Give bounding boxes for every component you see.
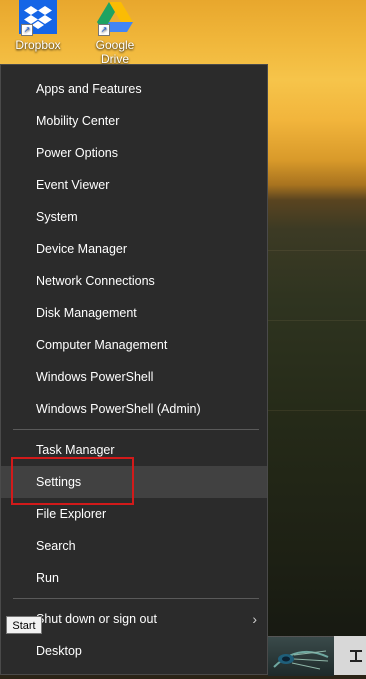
dropbox-icon: ↗ [19, 0, 57, 36]
menu-item-windows-powershell-admin[interactable]: Windows PowerShell (Admin) [1, 393, 267, 425]
winx-menu: Apps and Features Mobility Center Power … [0, 64, 268, 675]
desktop-icon-google-drive[interactable]: ↗ Google Drive [80, 0, 150, 66]
menu-separator [13, 598, 259, 599]
wallpaper-field-texture [268, 410, 366, 411]
wallpaper-field-texture [268, 320, 366, 321]
menu-item-network-connections[interactable]: Network Connections [1, 265, 267, 297]
menu-item-label: Shut down or sign out [36, 612, 157, 626]
menu-separator [13, 429, 259, 430]
peacock-feather-icon [273, 650, 329, 670]
taskbar-task-view-button[interactable] [334, 636, 366, 675]
menu-item-device-manager[interactable]: Device Manager [1, 233, 267, 265]
menu-item-run[interactable]: Run [1, 562, 267, 594]
menu-item-computer-management[interactable]: Computer Management [1, 329, 267, 361]
menu-item-search[interactable]: Search [1, 530, 267, 562]
shortcut-arrow-icon: ↗ [98, 24, 110, 36]
task-view-icon [350, 650, 362, 662]
chevron-right-icon: › [252, 611, 257, 627]
menu-item-desktop[interactable]: Desktop [1, 635, 267, 667]
menu-item-disk-management[interactable]: Disk Management [1, 297, 267, 329]
desktop-icon-dropbox[interactable]: ↗ Dropbox [8, 0, 68, 52]
menu-item-windows-powershell[interactable]: Windows PowerShell [1, 361, 267, 393]
start-tooltip: Start [6, 616, 42, 634]
menu-item-system[interactable]: System [1, 201, 267, 233]
shortcut-arrow-icon: ↗ [21, 24, 33, 36]
desktop-icon-label: Dropbox [15, 38, 61, 52]
menu-item-mobility-center[interactable]: Mobility Center [1, 105, 267, 137]
google-drive-icon: ↗ [96, 0, 134, 36]
menu-item-power-options[interactable]: Power Options [1, 137, 267, 169]
taskbar-app-thumbnail[interactable] [268, 636, 334, 676]
wallpaper-field-texture [268, 250, 366, 251]
settings-highlight-box [11, 457, 134, 505]
menu-item-event-viewer[interactable]: Event Viewer [1, 169, 267, 201]
menu-item-apps-and-features[interactable]: Apps and Features [1, 73, 267, 105]
desktop-icon-label: Google Drive [95, 38, 135, 66]
